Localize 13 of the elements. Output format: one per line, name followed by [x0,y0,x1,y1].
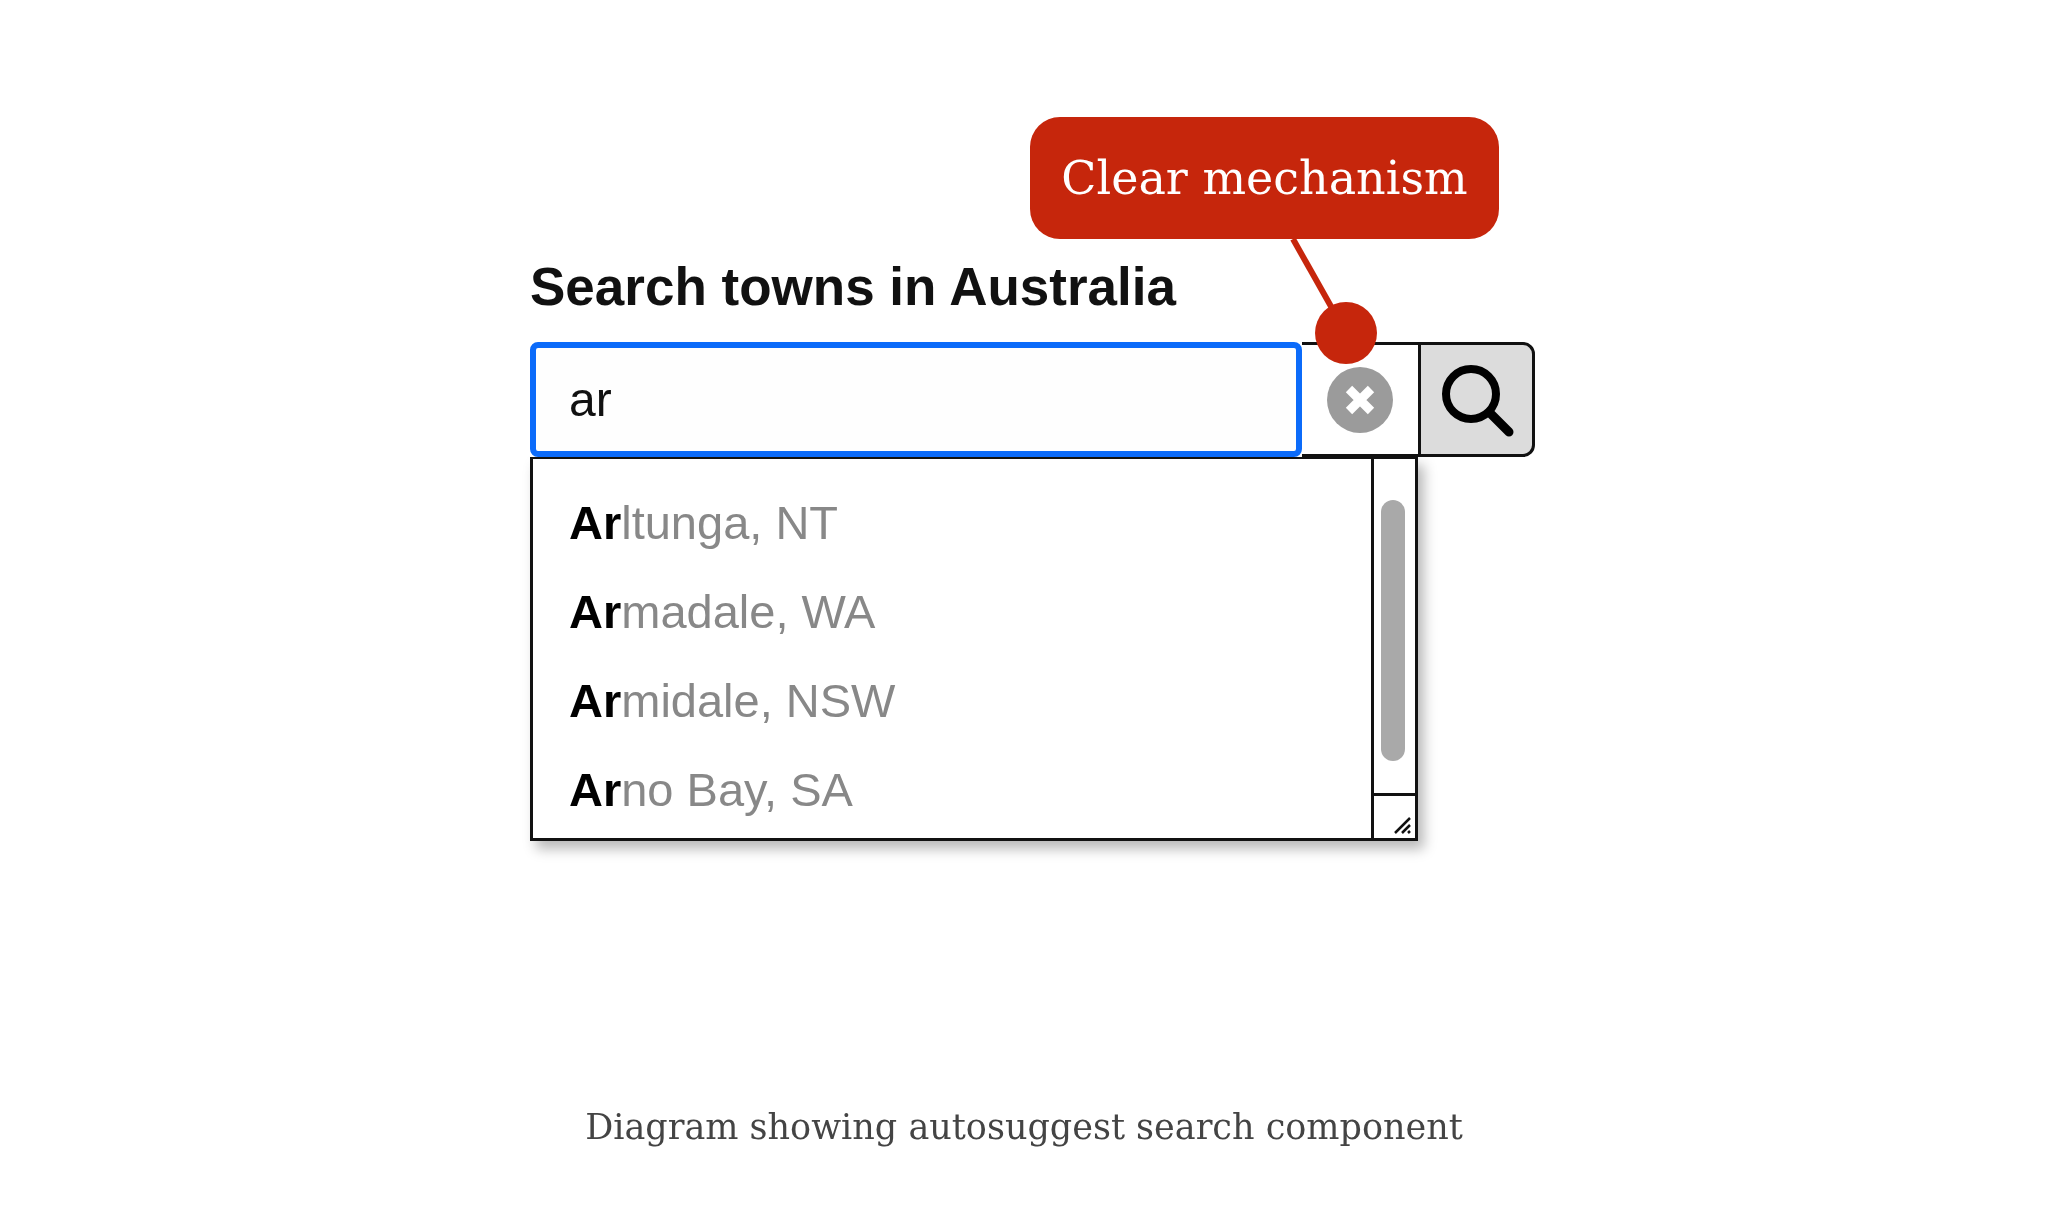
clear-icon [1327,366,1393,433]
suggestion-item[interactable]: Armidale, NSW [569,656,1371,745]
search-field[interactable]: ar [530,342,1302,457]
field-label: Search towns in Australia [530,256,1178,318]
suggestion-item[interactable]: Arltunga, NT [569,478,1371,567]
caption: Diagram showing autosuggest search component [584,1106,1464,1149]
clear-button[interactable] [1302,342,1418,457]
callout-label: Clear mechanism [1030,117,1499,239]
suggestion-item[interactable]: Armadale, WA [569,567,1371,656]
scrollbar-thumb[interactable] [1381,500,1405,761]
search-button[interactable] [1418,342,1535,457]
suggestion-item[interactable]: Arno Bay, SA [569,745,1371,834]
resize-grip-icon[interactable] [1393,816,1411,834]
